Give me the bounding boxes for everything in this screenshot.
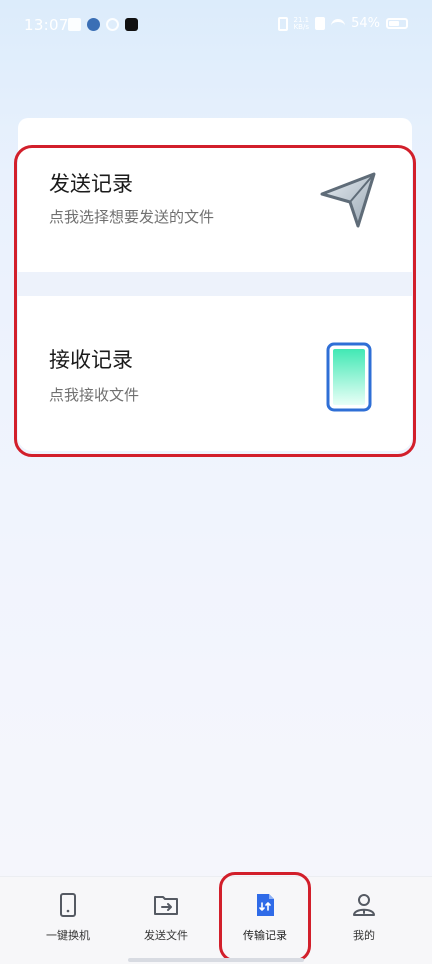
wifi-icon <box>331 18 346 29</box>
nav-label: 发送文件 <box>144 929 188 942</box>
mail-icon <box>68 18 81 31</box>
nav-item-send-file[interactable]: 发送文件 <box>118 887 214 947</box>
folder-send-icon <box>154 896 178 915</box>
leaf-icon <box>106 18 119 31</box>
nav-label: 我的 <box>353 929 375 942</box>
status-right: 21.1 KB/s 54% <box>277 15 408 31</box>
user-icon <box>353 894 375 916</box>
nav-label: 一键换机 <box>46 929 90 942</box>
card-container-top <box>18 118 412 148</box>
network-speed: 21.1 KB/s <box>293 15 310 31</box>
vibrate-icon <box>277 16 288 31</box>
app-notification-icon <box>87 18 100 31</box>
battery-percent: 54% <box>351 16 380 31</box>
sim-icon <box>315 17 326 30</box>
home-indicator[interactable] <box>128 958 304 962</box>
nav-highlight <box>219 872 311 962</box>
status-time: 13:07 <box>24 16 69 34</box>
nav-item-mine[interactable]: 我的 <box>316 887 412 947</box>
battery-icon <box>386 18 408 29</box>
phone-outline-icon <box>60 893 76 917</box>
tiktok-icon <box>125 18 138 31</box>
records-highlight <box>14 145 416 457</box>
nav-item-switch-phone[interactable]: 一键换机 <box>20 887 116 947</box>
notification-icons <box>68 18 138 31</box>
bottom-nav: 一键换机 发送文件 传输记录 我的 <box>0 876 432 964</box>
status-bar: 13:07 21.1 KB/s 54% <box>0 0 432 52</box>
